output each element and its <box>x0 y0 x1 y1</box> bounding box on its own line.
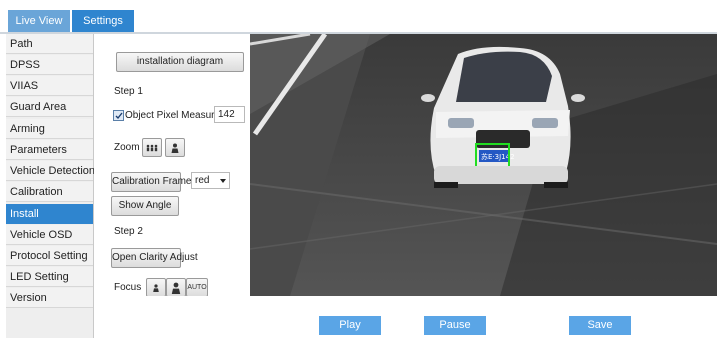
camera-frame-image: 苏E·3J142 <box>250 34 717 296</box>
sidebar-item-led-setting[interactable]: LED Setting <box>6 267 93 287</box>
pixel-value-input[interactable]: 142 <box>214 106 245 123</box>
show-angle-button[interactable]: Show Angle <box>111 196 179 216</box>
zoom-out-people-icon <box>146 144 158 151</box>
tab-live-view[interactable]: Live View <box>8 10 70 32</box>
open-clarity-adjust-button[interactable]: Open Clarity Adjust <box>111 248 198 268</box>
sidebar-item-calibration[interactable]: Calibration <box>6 182 93 202</box>
sidebar-item-guard-area[interactable]: Guard Area <box>6 97 93 117</box>
settings-sidebar: Path DPSS VIIAS Guard Area Arming Parame… <box>6 34 95 338</box>
live-video-preview[interactable]: 苏E·3J142 <box>250 34 717 296</box>
focus-near-person-icon <box>153 283 159 292</box>
sidebar-item-parameters[interactable]: Parameters <box>6 140 93 160</box>
focus-far-button[interactable] <box>166 278 186 297</box>
sidebar-item-arming[interactable]: Arming <box>6 119 93 139</box>
zoom-in-button[interactable] <box>165 138 185 157</box>
frame-color-value: red <box>195 175 210 186</box>
step1-label: Step 1 <box>114 86 143 97</box>
install-controls-panel: installation diagram Step 1 Object Pixel… <box>94 34 250 297</box>
sidebar-item-vehicle-osd[interactable]: Vehicle OSD <box>6 225 93 245</box>
focus-auto-button[interactable]: AUTO <box>186 278 208 297</box>
sidebar-item-viias[interactable]: VIIAS <box>6 76 93 96</box>
focus-near-button[interactable] <box>146 278 166 297</box>
chevron-down-icon <box>220 179 226 183</box>
action-bar: Play Pause Save <box>94 296 717 338</box>
tab-settings[interactable]: Settings <box>72 10 134 32</box>
sidebar-item-protocol-setting[interactable]: Protocol Setting <box>6 246 93 266</box>
sidebar-item-install[interactable]: Install <box>6 204 93 224</box>
object-pixel-measure-label: Object Pixel Measure <box>125 110 221 121</box>
top-tab-bar: Live View Settings <box>0 0 717 34</box>
step2-label: Step 2 <box>114 226 143 237</box>
installation-diagram-button[interactable]: installation diagram <box>116 52 244 72</box>
zoom-in-person-icon <box>171 143 179 153</box>
zoom-out-button[interactable] <box>142 138 162 157</box>
pause-button[interactable]: Pause <box>424 316 486 335</box>
sidebar-item-path[interactable]: Path <box>6 34 93 54</box>
play-button[interactable]: Play <box>319 316 381 335</box>
sidebar-item-vehicle-detection[interactable]: Vehicle Detection <box>6 161 95 181</box>
frame-color-select[interactable]: red <box>191 172 230 189</box>
zoom-label: Zoom <box>114 142 140 153</box>
sidebar-item-dpss[interactable]: DPSS <box>6 55 93 75</box>
calibration-frame-button[interactable]: Calibration Frame <box>111 172 191 192</box>
focus-label: Focus <box>114 282 142 293</box>
sidebar-item-version[interactable]: Version <box>6 288 93 308</box>
object-pixel-measure-checkbox[interactable] <box>113 110 124 121</box>
checkmark-icon <box>115 112 123 119</box>
save-button[interactable]: Save <box>569 316 631 335</box>
focus-far-person-icon <box>171 282 181 294</box>
